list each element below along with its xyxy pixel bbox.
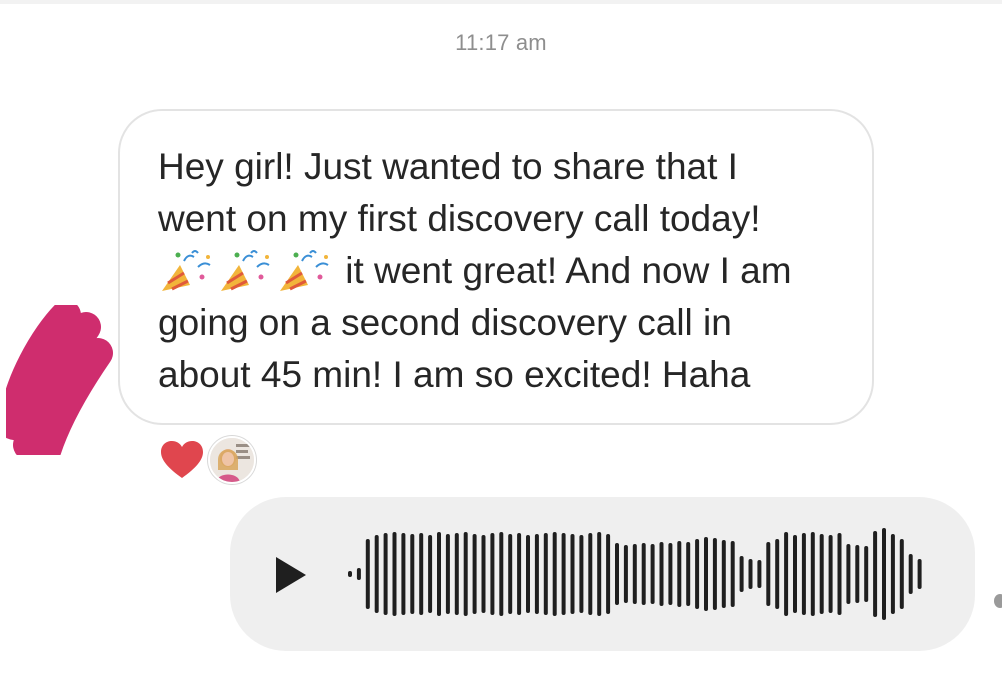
waveform-bar	[499, 532, 504, 616]
waveform-bar	[873, 531, 878, 617]
waveform-bar	[730, 541, 735, 607]
waveform-bar	[917, 559, 922, 589]
waveform-bar	[561, 533, 566, 615]
waveform-bar	[428, 535, 433, 613]
waveform-bar	[632, 544, 637, 604]
waveform-bar	[481, 535, 486, 613]
waveform-bar	[437, 532, 441, 616]
waveform-bar	[882, 528, 886, 620]
waveform-bar	[615, 543, 619, 605]
waveform-bar	[784, 532, 789, 616]
waveform-bar	[356, 568, 361, 580]
waveform-bar	[543, 533, 548, 615]
waveform-bar	[490, 533, 495, 615]
waveform-bar	[348, 571, 352, 577]
message-line: about 45 min! I am so excited! Haha	[158, 354, 751, 395]
message-line-text: it went great! And now I am	[345, 250, 792, 291]
message-status-dot	[994, 594, 1002, 608]
waveform-bar	[712, 538, 717, 610]
waveform-bar	[801, 533, 806, 615]
waveform-bar	[570, 534, 575, 614]
waveform-bar	[899, 539, 904, 609]
waveform-bar	[526, 535, 530, 613]
message-timestamp: 11:17 am	[455, 30, 547, 55]
heart-icon	[161, 441, 203, 478]
party-popper-icon	[280, 250, 329, 291]
waveform-bar	[623, 545, 628, 603]
waveform-bar	[508, 534, 513, 614]
waveform-bar	[419, 533, 424, 615]
message-line: went on my first discovery call today!	[158, 198, 761, 239]
waveform-bar	[837, 533, 842, 615]
waveform-bar	[454, 533, 459, 615]
waveform-bar	[739, 556, 744, 592]
waveform-bar	[819, 534, 824, 614]
waveform-bar	[864, 546, 869, 602]
reactor-avatar[interactable]	[208, 436, 256, 484]
reactor-avatar-image	[210, 438, 254, 482]
waveform-bar	[890, 534, 895, 614]
voice-message-bubble[interactable]	[230, 497, 975, 651]
play-icon[interactable]	[272, 555, 308, 595]
waveform-bar	[748, 559, 753, 589]
waveform-bar	[597, 532, 602, 616]
waveform-bar	[766, 542, 771, 606]
audio-waveform[interactable]	[340, 497, 940, 651]
waveform-bar	[472, 534, 477, 614]
waveform-bar	[410, 534, 415, 614]
party-popper-icon	[221, 250, 270, 291]
waveform-bar	[855, 545, 860, 603]
waveform-bar	[704, 537, 708, 611]
party-popper-icon	[162, 250, 211, 291]
waveform-bar	[517, 533, 522, 615]
incoming-message-bubble[interactable]: Hey girl! Just wanted to share that I we…	[118, 109, 874, 425]
waveform-bar	[828, 535, 833, 613]
waveform-bar	[606, 534, 611, 614]
waveform-bar	[365, 539, 370, 609]
message-line: going on a second discovery call in	[158, 302, 732, 343]
waveform-bar	[695, 539, 700, 609]
waveform-bar	[374, 535, 379, 613]
waveform-bar	[686, 542, 691, 606]
waveform-bar	[641, 543, 646, 605]
waveform-bar	[793, 535, 797, 613]
waveform-bar	[810, 532, 815, 616]
redaction-scribble	[6, 305, 113, 455]
message-line: Hey girl! Just wanted to share that I	[158, 146, 738, 187]
waveform-bar	[392, 532, 397, 616]
waveform-bar	[775, 539, 780, 609]
waveform-bar	[552, 532, 557, 616]
waveform-bar	[659, 542, 664, 606]
waveform-bar	[668, 543, 673, 605]
waveform-bar	[757, 560, 762, 588]
top-divider	[0, 0, 1002, 4]
waveform-bar	[588, 533, 593, 615]
waveform-bar	[383, 533, 388, 615]
waveform-bar	[579, 535, 584, 613]
waveform-bar	[650, 544, 655, 604]
waveform-bar	[908, 554, 913, 594]
message-line-with-emoji: it went great! And now I am	[158, 245, 834, 297]
waveform-bar	[401, 533, 406, 615]
waveform-bar	[534, 534, 539, 614]
waveform-bar	[677, 541, 682, 607]
waveform-bar	[463, 532, 468, 616]
waveform-bar	[846, 544, 851, 604]
waveform-bar	[445, 534, 450, 614]
waveform-bar	[721, 540, 726, 608]
